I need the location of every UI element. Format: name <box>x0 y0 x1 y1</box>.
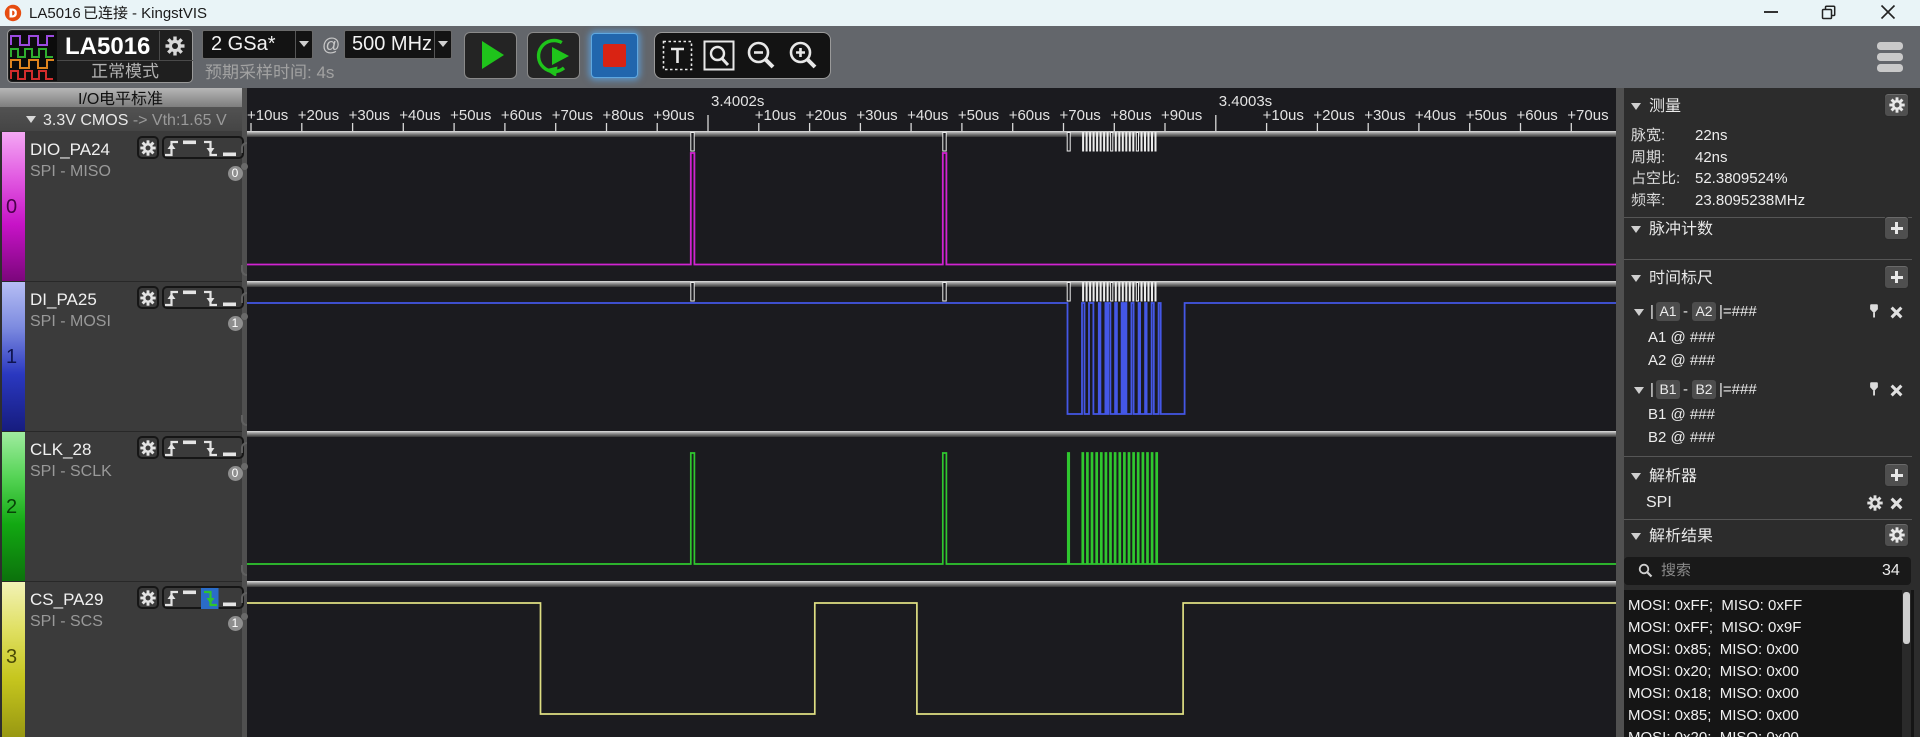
svg-text:+50us: +50us <box>450 107 491 124</box>
svg-text:+50us: +50us <box>1466 107 1507 124</box>
svg-text:+80us: +80us <box>1110 107 1151 124</box>
svg-text:+10us: +10us <box>1263 107 1304 124</box>
svg-text:+30us: +30us <box>349 107 390 124</box>
svg-text:+70us: +70us <box>1060 107 1101 124</box>
svg-text:+20us: +20us <box>298 107 339 124</box>
svg-text:+20us: +20us <box>1313 107 1354 124</box>
svg-text:+90us: +90us <box>1161 107 1202 124</box>
svg-text:+60us: +60us <box>1517 107 1558 124</box>
svg-text:+90us: +90us <box>653 107 694 124</box>
svg-text:+40us: +40us <box>1415 107 1456 124</box>
svg-text:+50us: +50us <box>958 107 999 124</box>
svg-text:+10us: +10us <box>247 107 288 124</box>
svg-text:+60us: +60us <box>501 107 542 124</box>
svg-text:+80us: +80us <box>603 107 644 124</box>
svg-text:+40us: +40us <box>907 107 948 124</box>
svg-text:+30us: +30us <box>856 107 897 124</box>
svg-text:+20us: +20us <box>806 107 847 124</box>
svg-text:+40us: +40us <box>399 107 440 124</box>
svg-text:+70us: +70us <box>552 107 593 124</box>
svg-text:+10us: +10us <box>755 107 796 124</box>
svg-text:+70us: +70us <box>1567 107 1608 124</box>
svg-text:+30us: +30us <box>1364 107 1405 124</box>
svg-text:+60us: +60us <box>1009 107 1050 124</box>
